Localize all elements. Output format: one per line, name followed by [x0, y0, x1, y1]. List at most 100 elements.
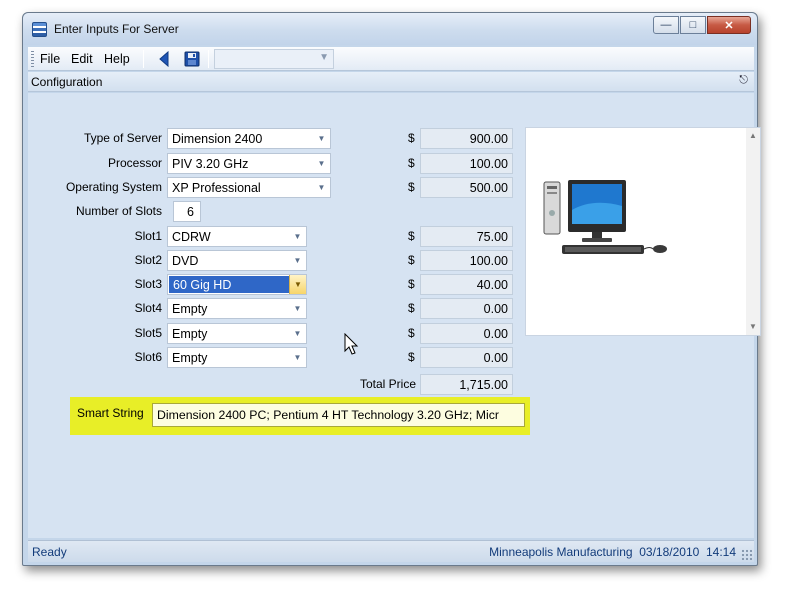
currency-symbol: $	[408, 253, 415, 267]
type-of-server-price: 900.00	[420, 128, 513, 149]
image-scrollbar[interactable]: ▲ ▼	[746, 128, 760, 335]
menu-toolbar: File Edit Help ▼	[28, 47, 754, 71]
status-text: Ready	[32, 545, 67, 559]
status-date: 03/18/2010	[639, 545, 700, 559]
slot2-dropdown[interactable]: DVD ▼	[167, 250, 307, 271]
slot5-label: Slot5	[134, 326, 162, 340]
smart-string-field[interactable]: Dimension 2400 PC; Pentium 4 HT Technolo…	[152, 403, 525, 427]
resize-grip-icon[interactable]	[741, 549, 752, 560]
chevron-down-icon: ▼	[319, 52, 329, 63]
slot1-price: 75.00	[420, 226, 513, 247]
slot6-value: Empty	[172, 351, 208, 365]
menu-help[interactable]: Help	[104, 52, 130, 66]
toolbar-dropdown[interactable]: ▼	[214, 49, 334, 69]
chevron-down-icon: ▼	[293, 232, 302, 241]
slot3-label: Slot3	[134, 277, 162, 291]
close-icon: ✕	[724, 19, 734, 32]
slot5-price: 0.00	[420, 323, 513, 344]
slot2-value: DVD	[172, 254, 199, 268]
chevron-down-icon: ▼	[293, 304, 302, 313]
chevron-down-icon: ▼	[289, 275, 306, 294]
mouse-cursor-icon	[344, 333, 359, 355]
currency-symbol: $	[408, 156, 415, 170]
currency-symbol: $	[408, 350, 415, 364]
slot6-label: Slot6	[134, 350, 162, 364]
currency-symbol: $	[408, 301, 415, 315]
pin-icon[interactable]: ⎋	[739, 74, 748, 87]
chevron-down-icon: ▼	[317, 159, 326, 168]
operating-system-value: XP Professional	[172, 181, 261, 195]
chevron-down-icon: ▼	[293, 329, 302, 338]
company-name: Minneapolis Manufacturing	[489, 545, 633, 559]
maximize-button[interactable]: □	[680, 16, 706, 34]
operating-system-dropdown[interactable]: XP Professional ▼	[167, 177, 331, 198]
operating-system-label: Operating System	[65, 180, 162, 194]
slot4-price: 0.00	[420, 298, 513, 319]
slot3-price: 40.00	[420, 274, 513, 295]
slot6-dropdown[interactable]: Empty ▼	[167, 347, 307, 368]
toolbar-separator	[143, 50, 144, 68]
processor-label: Processor	[107, 156, 162, 170]
type-of-server-label: Type of Server	[83, 131, 162, 145]
toolbar-separator	[208, 50, 209, 68]
slot5-value: Empty	[172, 327, 208, 341]
status-time: 14:14	[705, 545, 736, 559]
slot3-dropdown[interactable]: 60 Gig HD ▼	[167, 274, 307, 295]
slot4-label: Slot4	[134, 301, 162, 315]
maximize-icon: □	[689, 19, 697, 31]
title-bar[interactable]: Enter Inputs For Server — □ ✕	[23, 13, 757, 45]
minimize-button[interactable]: —	[653, 16, 679, 34]
slot1-label: Slot1	[134, 229, 162, 243]
slot5-dropdown[interactable]: Empty ▼	[167, 323, 307, 344]
currency-symbol: $	[408, 277, 415, 291]
type-of-server-value: Dimension 2400	[172, 132, 263, 146]
app-icon	[32, 22, 47, 37]
currency-symbol: $	[408, 326, 415, 340]
total-price-value: 1,715.00	[420, 374, 513, 395]
slot2-price: 100.00	[420, 250, 513, 271]
currency-symbol: $	[408, 229, 415, 243]
desktop-computer-image	[543, 180, 667, 254]
menu-file[interactable]: File	[40, 52, 60, 66]
chevron-down-icon: ▼	[293, 256, 302, 265]
product-image-panel: ▲ ▼	[525, 127, 761, 336]
configuration-header: Configuration ⎋	[28, 72, 754, 92]
configuration-panel: Type of Server Dimension 2400 ▼ $ 900.00…	[28, 93, 761, 538]
status-bar: Ready Minneapolis Manufacturing 03/18/20…	[28, 540, 754, 562]
slot6-price: 0.00	[420, 347, 513, 368]
toolbar-grip-icon[interactable]	[31, 51, 34, 67]
chevron-down-icon: ▼	[317, 183, 326, 192]
window-controls: — □ ✕	[653, 16, 751, 34]
operating-system-price: 500.00	[420, 177, 513, 198]
smart-string-label: Smart String	[77, 406, 144, 420]
close-button[interactable]: ✕	[707, 16, 751, 34]
slot4-dropdown[interactable]: Empty ▼	[167, 298, 307, 319]
type-of-server-dropdown[interactable]: Dimension 2400 ▼	[167, 128, 331, 149]
slot4-value: Empty	[172, 302, 208, 316]
processor-value: PIV 3.20 GHz	[172, 157, 249, 171]
chevron-down-icon: ▼	[317, 134, 326, 143]
main-window: Enter Inputs For Server — □ ✕ File Edit …	[22, 12, 761, 566]
number-of-slots-input[interactable]: 6	[173, 201, 201, 222]
scroll-up-icon[interactable]: ▲	[749, 131, 757, 140]
number-of-slots-label: Number of Slots	[75, 204, 162, 218]
currency-symbol: $	[408, 131, 415, 145]
chevron-down-icon: ▼	[293, 353, 302, 362]
panel-title: Configuration	[31, 75, 103, 89]
processor-dropdown[interactable]: PIV 3.20 GHz ▼	[167, 153, 331, 174]
menu-edit[interactable]: Edit	[71, 52, 93, 66]
save-icon[interactable]	[184, 51, 200, 67]
scroll-down-icon[interactable]: ▼	[749, 322, 757, 331]
smart-string-row: Smart String Dimension 2400 PC; Pentium …	[70, 397, 530, 435]
slot1-dropdown[interactable]: CDRW ▼	[167, 226, 307, 247]
total-price-label: Total Price	[359, 377, 416, 391]
currency-symbol: $	[408, 180, 415, 194]
status-info: Minneapolis Manufacturing 03/18/2010 14:…	[489, 545, 736, 559]
minimize-icon: —	[660, 19, 672, 31]
processor-price: 100.00	[420, 153, 513, 174]
slot3-value: 60 Gig HD	[169, 276, 289, 293]
slot1-value: CDRW	[172, 230, 211, 244]
window-title: Enter Inputs For Server	[54, 22, 179, 36]
back-arrow-icon[interactable]	[157, 51, 171, 67]
slot2-label: Slot2	[134, 253, 162, 267]
